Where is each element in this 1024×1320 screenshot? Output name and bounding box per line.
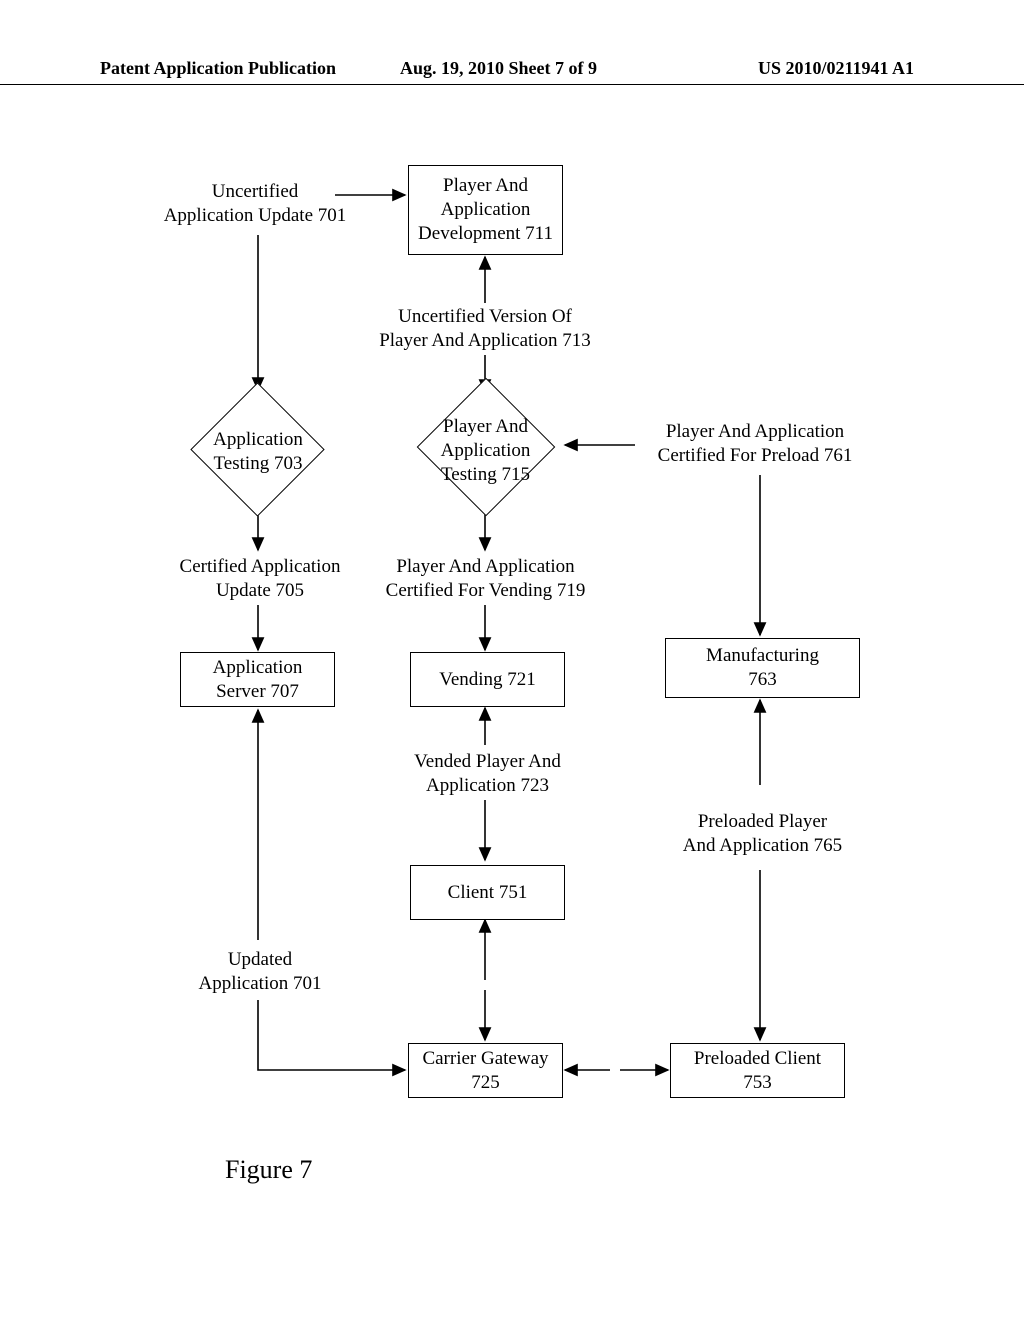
label-app-testing: Application Testing 703 <box>193 428 323 476</box>
figure-caption: Figure 7 <box>225 1155 312 1185</box>
label-vended-pa: Vended Player And Application 723 <box>395 750 580 798</box>
label-cert-vending: Player And Application Certified For Ven… <box>378 555 593 603</box>
box-preloaded-client: Preloaded Client 753 <box>670 1043 845 1098</box>
label-cert-preload: Player And Application Certified For Pre… <box>640 420 870 468</box>
page-header: Patent Application Publication Aug. 19, … <box>0 58 1024 85</box>
header-right: US 2010/0211941 A1 <box>758 58 914 79</box>
header-left: Patent Application Publication <box>100 58 336 79</box>
label-uncert-update: Uncertified Application Update 701 <box>155 180 355 228</box>
box-manufacturing: Manufacturing 763 <box>665 638 860 698</box>
label-updated-app: Updated Application 701 <box>190 948 330 996</box>
diagram-canvas: Uncertified Application Update 701 Playe… <box>0 140 1024 1240</box>
box-client: Client 751 <box>410 865 565 920</box>
box-carrier-gateway: Carrier Gateway 725 <box>408 1043 563 1098</box>
box-development: Player And Application Development 711 <box>408 165 563 255</box>
label-pa-testing: Player And Application Testing 715 <box>428 415 543 486</box>
box-app-server: Application Server 707 <box>180 652 335 707</box>
label-cert-update: Certified Application Update 705 <box>160 555 360 603</box>
label-preloaded-pa: Preloaded Player And Application 765 <box>665 810 860 858</box>
label-uncert-version: Uncertified Version Of Player And Applic… <box>370 305 600 353</box>
box-vending: Vending 721 <box>410 652 565 707</box>
header-mid: Aug. 19, 2010 Sheet 7 of 9 <box>400 58 597 79</box>
